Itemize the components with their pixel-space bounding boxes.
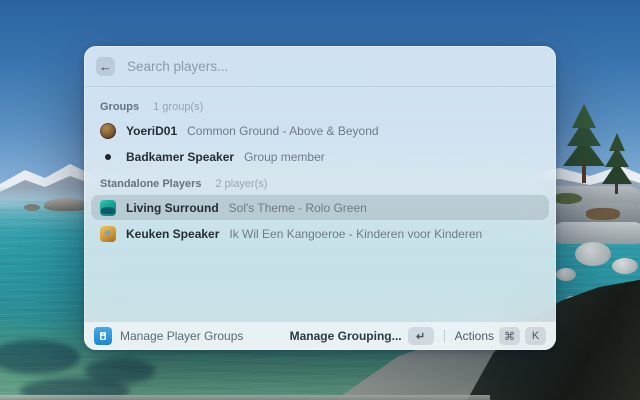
player-name: Living Surround xyxy=(126,200,219,215)
pine-tree-trunk xyxy=(615,182,618,194)
back-arrow-icon: ← xyxy=(99,58,112,74)
footer-divider xyxy=(443,330,445,342)
player-name: Badkamer Speaker xyxy=(126,149,235,164)
shore-shrub xyxy=(552,193,582,204)
actions-label: Actions xyxy=(454,329,494,343)
shore-boulder xyxy=(552,222,640,244)
player-row-keuken-speaker[interactable]: Keuken Speaker Ik Wil Een Kangoeroe - Kin… xyxy=(91,221,549,246)
search-bar: ← xyxy=(84,46,556,87)
app-icon xyxy=(94,327,112,345)
manage-grouping-button[interactable]: Manage Grouping... ↵ xyxy=(290,327,434,345)
player-row-living-surround[interactable]: Living Surround Sol's Theme - Rolo Green xyxy=(91,195,549,220)
round-album-art-icon xyxy=(100,122,116,139)
footer-right: Manage Grouping... ↵ Actions ⌘ K xyxy=(290,327,546,345)
desktop: ← Groups 1 group(s) YoeriD01 Common Ground … xyxy=(0,0,640,400)
now-playing-text: Group member xyxy=(244,149,325,164)
player-row-badkamer-speaker[interactable]: Badkamer Speaker Group member xyxy=(91,144,549,169)
bottom-shore-strip xyxy=(0,395,490,400)
player-row-yoerid01[interactable]: YoeriD01 Common Ground - Above & Beyond xyxy=(91,118,549,143)
teal-album-art-icon xyxy=(100,199,116,216)
now-playing-text: Sol's Theme - Rolo Green xyxy=(228,200,367,215)
now-playing-text: Common Ground - Above & Beyond xyxy=(187,123,379,138)
section-label: Groups xyxy=(100,101,140,113)
yellow-album-art-icon xyxy=(100,225,116,242)
return-key-icon: ↵ xyxy=(407,327,434,345)
section-count: 1 group(s) xyxy=(153,101,204,113)
actions-button[interactable]: Actions ⌘ K xyxy=(455,327,546,345)
player-name: Keuken Speaker xyxy=(126,226,220,241)
white-boulder xyxy=(556,268,576,281)
player-list: Groups 1 group(s) YoeriD01 Common Ground - … xyxy=(84,87,556,321)
white-boulder xyxy=(612,258,638,274)
manage-grouping-label: Manage Grouping... xyxy=(289,329,402,343)
bullet-dot-icon xyxy=(100,149,116,165)
player-name: YoeriD01 xyxy=(126,123,178,138)
footer-bar: Manage Player Groups Manage Grouping... … xyxy=(84,321,556,350)
search-input[interactable] xyxy=(125,57,544,75)
section-header-standalone-players: Standalone Players 2 player(s) xyxy=(84,170,556,194)
player-search-window: ← Groups 1 group(s) YoeriD01 Common Ground … xyxy=(84,46,556,350)
footer-left: Manage Player Groups xyxy=(94,327,243,345)
command-key-icon: ⌘ xyxy=(499,327,520,345)
section-count: 2 player(s) xyxy=(215,178,268,190)
k-key-icon: K xyxy=(525,327,546,345)
section-label: Standalone Players xyxy=(100,178,202,190)
white-boulder xyxy=(575,242,611,266)
shore-dirt xyxy=(586,208,620,220)
footer-context-label: Manage Player Groups xyxy=(120,329,244,343)
rock-island-small xyxy=(24,204,40,211)
back-button[interactable]: ← xyxy=(96,56,115,76)
pine-tree-trunk xyxy=(582,163,586,183)
speaker-icon xyxy=(100,332,106,340)
now-playing-text: Ik Wil Een Kangoeroe - Kinderen voor Kin… xyxy=(229,226,483,241)
section-header-groups: Groups 1 group(s) xyxy=(84,93,556,117)
